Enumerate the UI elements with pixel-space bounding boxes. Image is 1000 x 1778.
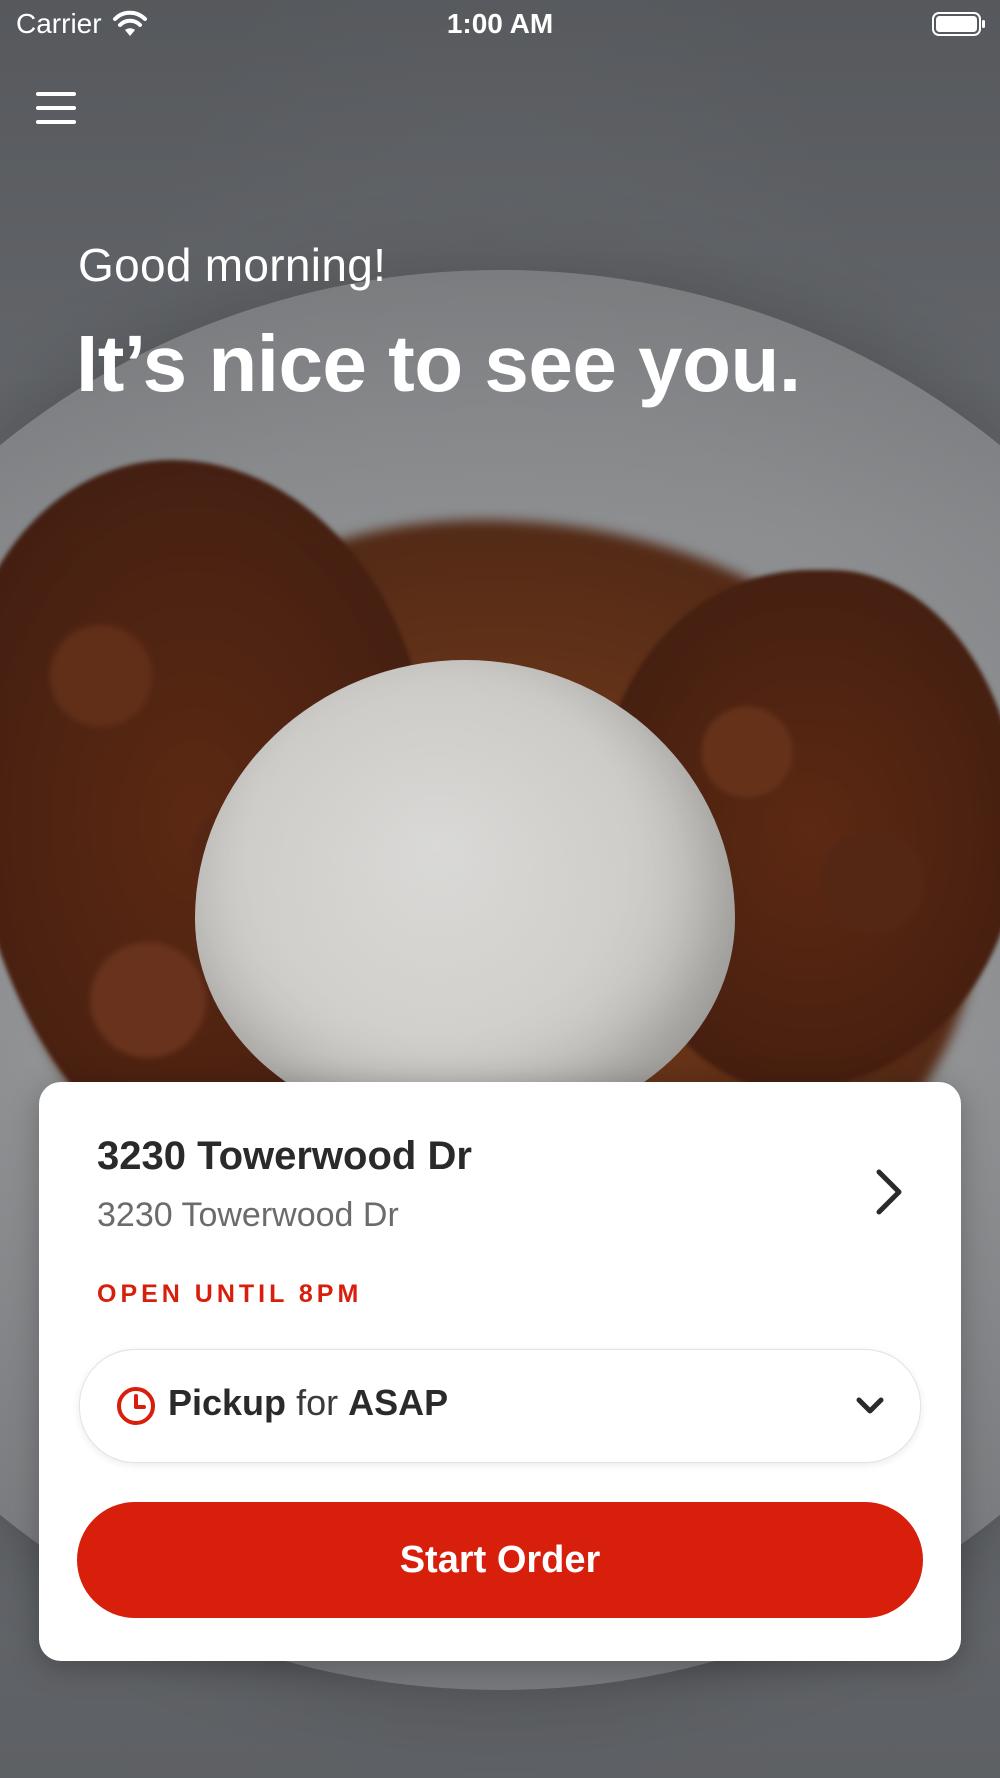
- menu-icon-bar: [36, 120, 76, 124]
- chevron-down-icon: [856, 1397, 884, 1414]
- menu-icon-bar: [36, 106, 76, 110]
- greeting-salutation: Good morning!: [78, 239, 387, 291]
- status-time: 1:00 AM: [446, 8, 554, 39]
- greeting-headline: It’s nice to see you.: [76, 319, 801, 408]
- home-screen: Carrier 1:00 AM Good morning! It’s nice …: [0, 0, 1000, 1778]
- location-selector[interactable]: 3230 Towerwood Dr 3230 Towerwood Dr: [39, 1082, 961, 1262]
- menu-icon-bar: [36, 92, 76, 96]
- location-card: 3230 Towerwood Dr 3230 Towerwood Dr OPEN…: [39, 1082, 961, 1661]
- order-type-dropdown[interactable]: Pickup for ASAP: [79, 1349, 921, 1463]
- order-time: ASAP: [348, 1382, 449, 1423]
- chevron-right-icon: [876, 1169, 902, 1215]
- battery-icon: [932, 12, 985, 36]
- order-connector: for: [296, 1382, 339, 1423]
- hours-status: OPEN UNTIL 8PM: [97, 1280, 363, 1308]
- clock-icon: [117, 1387, 155, 1425]
- order-mode: Pickup: [168, 1382, 287, 1423]
- order-type-label: Pickup for ASAP: [168, 1382, 448, 1424]
- location-name: 3230 Towerwood Dr: [97, 1134, 472, 1178]
- status-bar: Carrier 1:00 AM: [0, 0, 1000, 50]
- start-order-button[interactable]: Start Order: [77, 1502, 923, 1618]
- location-address: 3230 Towerwood Dr: [97, 1196, 399, 1234]
- menu-button[interactable]: [36, 92, 80, 136]
